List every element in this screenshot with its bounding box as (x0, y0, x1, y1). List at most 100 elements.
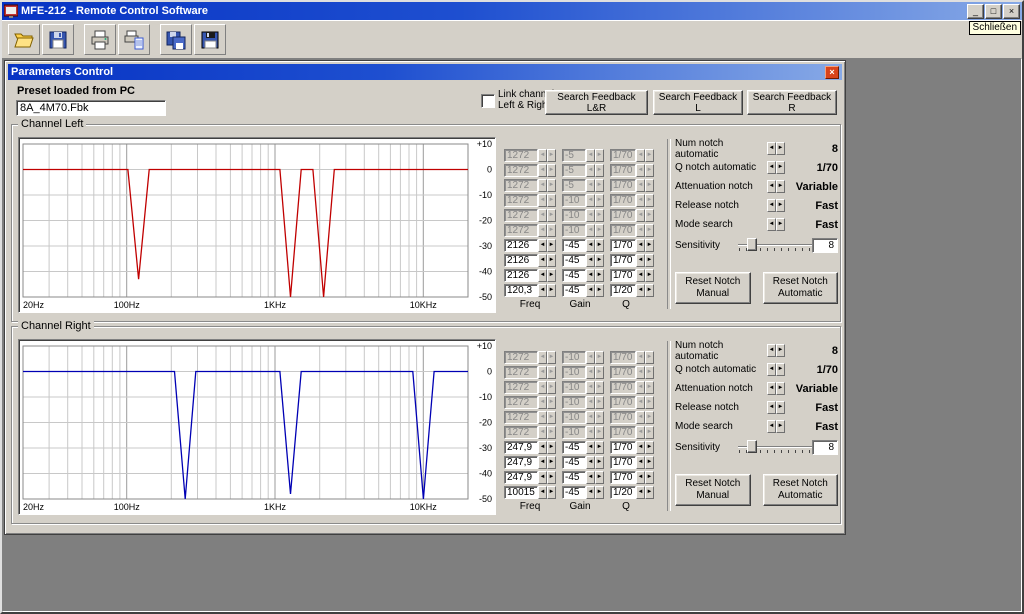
q-decrement-arrow-icon[interactable]: ◄ (636, 456, 645, 469)
gain-decrement-arrow-icon[interactable]: ◄ (586, 224, 595, 237)
gain-value-field[interactable]: -5 (562, 164, 586, 177)
gain-value-field[interactable]: -10 (562, 351, 586, 364)
gain-increment-arrow-icon[interactable]: ► (595, 239, 604, 252)
gain-value-field[interactable]: -45 (562, 456, 586, 469)
q-decrement-arrow-icon[interactable]: ◄ (636, 149, 645, 162)
gain-decrement-arrow-icon[interactable]: ◄ (586, 396, 595, 409)
gain-increment-arrow-icon[interactable]: ► (595, 381, 604, 394)
freq-value-field[interactable]: 1272 (504, 411, 538, 424)
gain-value-field[interactable]: -45 (562, 239, 586, 252)
freq-increment-arrow-icon[interactable]: ► (547, 411, 556, 424)
q-value-field[interactable]: 1/70 (610, 269, 636, 282)
gain-value-field[interactable]: -45 (562, 486, 586, 499)
gain-value-field[interactable]: -45 (562, 471, 586, 484)
q-value-field[interactable]: 1/70 (610, 224, 636, 237)
setting-decrement-arrow-icon[interactable]: ◄ (767, 161, 776, 174)
freq-increment-arrow-icon[interactable]: ► (547, 149, 556, 162)
freq-decrement-arrow-icon[interactable]: ◄ (538, 149, 547, 162)
gain-increment-arrow-icon[interactable]: ► (595, 396, 604, 409)
q-decrement-arrow-icon[interactable]: ◄ (636, 426, 645, 439)
toolbar-store-preset-button[interactable] (194, 24, 226, 55)
freq-increment-arrow-icon[interactable]: ► (547, 164, 556, 177)
gain-decrement-arrow-icon[interactable]: ◄ (586, 209, 595, 222)
freq-value-field[interactable]: 247,9 (504, 456, 538, 469)
q-increment-arrow-icon[interactable]: ► (645, 224, 654, 237)
gain-decrement-arrow-icon[interactable]: ◄ (586, 164, 595, 177)
toolbar-save-all-button[interactable] (160, 24, 192, 55)
freq-value-field[interactable]: 2126 (504, 254, 538, 267)
setting-decrement-arrow-icon[interactable]: ◄ (767, 199, 776, 212)
gain-value-field[interactable]: -5 (562, 179, 586, 192)
q-value-field[interactable]: 1/70 (610, 411, 636, 424)
freq-decrement-arrow-icon[interactable]: ◄ (538, 351, 547, 364)
q-value-field[interactable]: 1/70 (610, 366, 636, 379)
gain-decrement-arrow-icon[interactable]: ◄ (586, 351, 595, 364)
preset-filename-field[interactable] (16, 100, 166, 116)
q-increment-arrow-icon[interactable]: ► (645, 254, 654, 267)
freq-decrement-arrow-icon[interactable]: ◄ (538, 471, 547, 484)
q-decrement-arrow-icon[interactable]: ◄ (636, 284, 645, 297)
setting-decrement-arrow-icon[interactable]: ◄ (767, 344, 776, 357)
q-increment-arrow-icon[interactable]: ► (645, 351, 654, 364)
gain-value-field[interactable]: -10 (562, 381, 586, 394)
gain-value-field[interactable]: -10 (562, 224, 586, 237)
q-increment-arrow-icon[interactable]: ► (645, 284, 654, 297)
q-increment-arrow-icon[interactable]: ► (645, 209, 654, 222)
setting-increment-arrow-icon[interactable]: ► (776, 363, 785, 376)
q-value-field[interactable]: 1/70 (610, 179, 636, 192)
q-value-field[interactable]: 1/70 (610, 164, 636, 177)
freq-value-field[interactable]: 1272 (504, 149, 538, 162)
q-decrement-arrow-icon[interactable]: ◄ (636, 164, 645, 177)
freq-decrement-arrow-icon[interactable]: ◄ (538, 366, 547, 379)
gain-decrement-arrow-icon[interactable]: ◄ (586, 179, 595, 192)
freq-value-field[interactable]: 1272 (504, 351, 538, 364)
q-value-field[interactable]: 1/70 (610, 209, 636, 222)
q-value-field[interactable]: 1/70 (610, 441, 636, 454)
gain-decrement-arrow-icon[interactable]: ◄ (586, 486, 595, 499)
freq-increment-arrow-icon[interactable]: ► (547, 194, 556, 207)
freq-decrement-arrow-icon[interactable]: ◄ (538, 209, 547, 222)
freq-value-field[interactable]: 1272 (504, 381, 538, 394)
freq-value-field[interactable]: 120,3 (504, 284, 538, 297)
gain-value-field[interactable]: -10 (562, 426, 586, 439)
freq-decrement-arrow-icon[interactable]: ◄ (538, 486, 547, 499)
search-feedback-lr-button[interactable]: Search Feedback L&R (545, 90, 648, 115)
gain-decrement-arrow-icon[interactable]: ◄ (586, 366, 595, 379)
gain-increment-arrow-icon[interactable]: ► (595, 164, 604, 177)
freq-value-field[interactable]: 1272 (504, 164, 538, 177)
setting-decrement-arrow-icon[interactable]: ◄ (767, 420, 776, 433)
q-increment-arrow-icon[interactable]: ► (645, 239, 654, 252)
freq-increment-arrow-icon[interactable]: ► (547, 381, 556, 394)
gain-increment-arrow-icon[interactable]: ► (595, 411, 604, 424)
gain-decrement-arrow-icon[interactable]: ◄ (586, 441, 595, 454)
gain-decrement-arrow-icon[interactable]: ◄ (586, 194, 595, 207)
q-decrement-arrow-icon[interactable]: ◄ (636, 269, 645, 282)
freq-value-field[interactable]: 1272 (504, 194, 538, 207)
toolbar-save-button[interactable] (42, 24, 74, 55)
gain-value-field[interactable]: -10 (562, 411, 586, 424)
q-increment-arrow-icon[interactable]: ► (645, 149, 654, 162)
q-value-field[interactable]: 1/70 (610, 351, 636, 364)
gain-increment-arrow-icon[interactable]: ► (595, 486, 604, 499)
q-value-field[interactable]: 1/20 (610, 486, 636, 499)
freq-value-field[interactable]: 1272 (504, 179, 538, 192)
reset-notch-automatic-button[interactable]: Reset Notch Automatic (763, 272, 839, 304)
freq-increment-arrow-icon[interactable]: ► (547, 209, 556, 222)
link-channel-checkbox[interactable] (481, 94, 495, 108)
gain-increment-arrow-icon[interactable]: ► (595, 366, 604, 379)
gain-decrement-arrow-icon[interactable]: ◄ (586, 149, 595, 162)
freq-increment-arrow-icon[interactable]: ► (547, 284, 556, 297)
gain-value-field[interactable]: -45 (562, 269, 586, 282)
q-decrement-arrow-icon[interactable]: ◄ (636, 441, 645, 454)
setting-decrement-arrow-icon[interactable]: ◄ (767, 363, 776, 376)
freq-increment-arrow-icon[interactable]: ► (547, 396, 556, 409)
gain-decrement-arrow-icon[interactable]: ◄ (586, 471, 595, 484)
gain-value-field[interactable]: -5 (562, 149, 586, 162)
freq-increment-arrow-icon[interactable]: ► (547, 486, 556, 499)
freq-increment-arrow-icon[interactable]: ► (547, 224, 556, 237)
freq-increment-arrow-icon[interactable]: ► (547, 471, 556, 484)
setting-decrement-arrow-icon[interactable]: ◄ (767, 180, 776, 193)
setting-increment-arrow-icon[interactable]: ► (776, 344, 785, 357)
freq-value-field[interactable]: 247,9 (504, 471, 538, 484)
gain-value-field[interactable]: -45 (562, 441, 586, 454)
